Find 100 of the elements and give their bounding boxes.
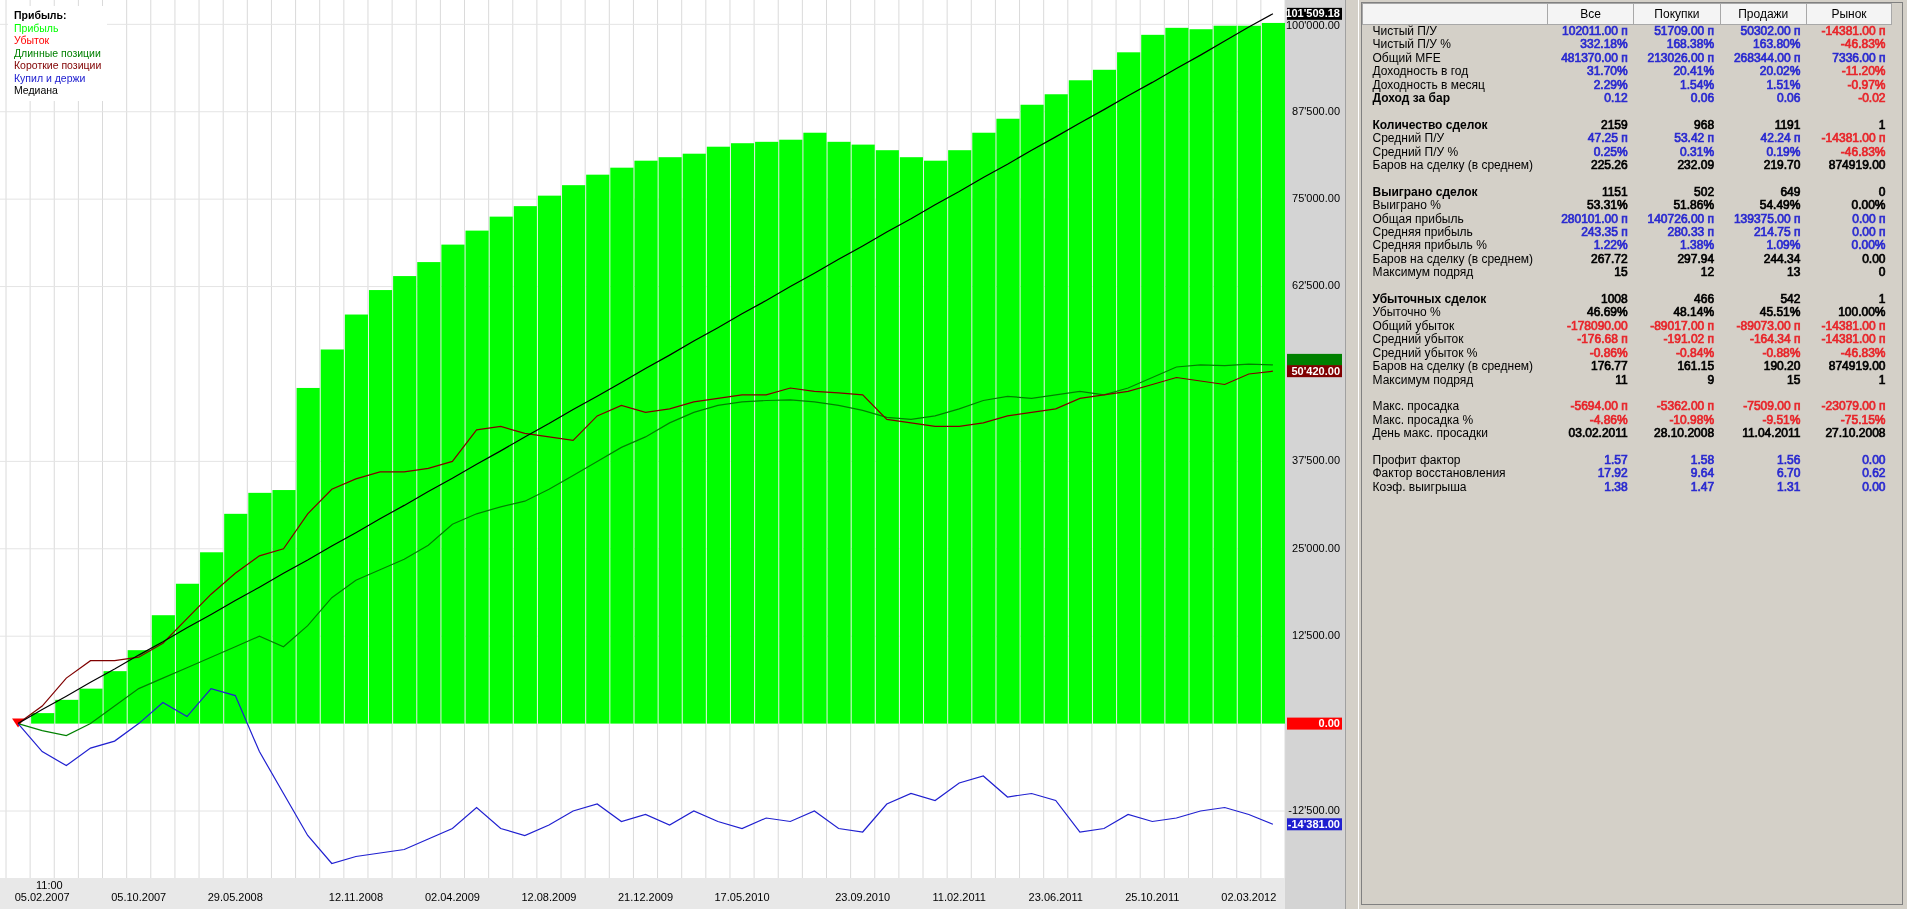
table-cell-text: -0.86% <box>1588 346 1629 361</box>
row-label: Фактор восстановления <box>1371 467 1507 481</box>
table-cell-text: 1.38% <box>1679 239 1716 253</box>
table-cell-text: 31.70% <box>1586 65 1629 79</box>
row-label: Общий MFE <box>1371 51 1442 66</box>
row-label: Выиграно сделок <box>1371 185 1479 200</box>
table-cell-text: 0.00 п <box>1851 212 1887 227</box>
table-cell-text: 53.42 п <box>1673 132 1716 146</box>
table-cell-text: -11.20% <box>1840 65 1887 79</box>
table-cell: 968 <box>1633 118 1721 133</box>
row-label: День макс. просадки <box>1371 427 1489 441</box>
table-cell: -10.98% <box>1633 413 1721 428</box>
table-cell-text: 213026.00 п <box>1646 51 1716 66</box>
table-cell-text: 1.54% <box>1679 78 1716 93</box>
table-cell: 54.49% <box>1720 199 1807 213</box>
table-cell-text: 9 <box>1706 373 1716 387</box>
row-label: Убыточных сделок <box>1371 293 1488 307</box>
table-cell: 48.14% <box>1633 306 1721 320</box>
axis-label: 05.10.2007 <box>111 890 167 903</box>
table-cell-text: 0.06 <box>1689 92 1716 106</box>
table-cell: 163.80% <box>1720 38 1807 52</box>
table-cell-text: 244.34 <box>1762 252 1802 267</box>
table-cell-text: 176.77 <box>1590 360 1629 374</box>
row-label: Средняя прибыль <box>1371 226 1474 240</box>
table-cell-text: -5362.00 п <box>1655 400 1716 414</box>
table-cell: -75.15% <box>1806 413 1892 428</box>
table-cell-text: -89073.00 п <box>1735 319 1802 334</box>
table-cell-text: 15 <box>1613 266 1629 280</box>
legend-item: Убыток <box>14 34 51 47</box>
table-cell: 502 <box>1633 185 1721 200</box>
table-cell-text: -0.97% <box>1846 78 1887 93</box>
axis-label: 87'500.00 <box>1292 104 1340 117</box>
row-label: Коэф. выигрыша <box>1371 480 1468 495</box>
row-label: Средний убыток % <box>1371 346 1479 361</box>
table-cell-text: 0.00 п <box>1851 226 1887 240</box>
axis-label: 23.09.2010 <box>835 890 891 903</box>
table-cell-text: 481370.00 п <box>1560 51 1629 66</box>
table-cell: 649 <box>1720 185 1807 200</box>
table-cell-text: 0.06 <box>1776 92 1802 106</box>
table-cell-text: 0.62 <box>1861 467 1887 481</box>
table-cell-text: 1.31 <box>1776 480 1802 495</box>
table-cell: 1.57 <box>1547 453 1634 468</box>
axis-label: 02.04.2009 <box>424 890 480 903</box>
table-cell-text: 219.70 <box>1762 159 1802 173</box>
table-cell-text: -7509.00 п <box>1742 400 1802 414</box>
row-label: Максимум подряд <box>1362 266 1548 280</box>
legend-item: Короткие позиции <box>14 59 102 72</box>
axis-label: 17.05.2010 <box>714 890 770 903</box>
table-cell: -9.51% <box>1720 413 1807 428</box>
table-cell: 53.31% <box>1547 199 1634 213</box>
axis-label: 12'500.00 <box>1292 629 1340 642</box>
table-cell-text: 2.29% <box>1592 78 1629 93</box>
table-cell-text: -89017.00 п <box>1649 319 1716 334</box>
table-cell: 542 <box>1720 293 1807 307</box>
table-cell-text: 15 <box>1786 373 1802 387</box>
table-cell-text: 28.10.2008 <box>1653 427 1716 441</box>
table-cell-text: 190.20 <box>1762 360 1802 374</box>
table-cell-text: 1.38 <box>1603 480 1629 495</box>
table-cell: -46.83% <box>1806 346 1892 361</box>
axis-label: 29.05.2008 <box>207 890 263 903</box>
table-cell-text: 1.51% <box>1765 78 1802 93</box>
table-cell-text: -23079.00 п <box>1820 400 1887 414</box>
table-cell-text: 874919.00 <box>1827 360 1887 374</box>
table-cell: 46.69% <box>1547 306 1634 320</box>
table-cell: 1151 <box>1547 185 1634 200</box>
table-cell-text: 280.33 п <box>1666 226 1716 240</box>
axis-label: 12.08.2009 <box>521 890 577 903</box>
legend-item: Длинные позиции <box>14 46 102 59</box>
table-cell: -46.83% <box>1806 145 1892 160</box>
row-label: Общий убыток <box>1371 319 1455 334</box>
table-cell: 45.51% <box>1720 306 1807 320</box>
table-cell-text: 280101.00 п <box>1560 212 1629 227</box>
table-cell-text: 0.25% <box>1592 145 1629 160</box>
table-cell-text: 17.92 <box>1596 467 1629 481</box>
table-cell-text: -164.34 п <box>1748 333 1802 347</box>
table-cell: 100.00% <box>1806 306 1892 320</box>
row-label: Максимум подряд <box>1371 373 1474 387</box>
axis-label: 62'500.00 <box>1292 279 1340 292</box>
table-cell: -14381.00 п <box>1806 24 1892 39</box>
table-cell: 1 <box>1806 118 1892 133</box>
table-cell-text: 12 <box>1699 266 1716 280</box>
table-cell-text: -191.02 п <box>1662 333 1716 347</box>
table-cell-text: 0.00% <box>1850 239 1887 253</box>
row-label: Средний П/У % <box>1371 145 1460 160</box>
table-cell-text: -178090.00 <box>1566 319 1629 334</box>
row-label: Баров на сделку (в среднем) <box>1371 360 1535 374</box>
row-label: Средняя прибыль % <box>1371 239 1488 253</box>
table-cell: 168.38% <box>1633 38 1721 52</box>
table-cell-text: 0.31% <box>1679 145 1716 160</box>
table-cell-text: -0.84% <box>1675 346 1716 361</box>
table-cell-text: 297.94 <box>1676 252 1716 267</box>
row-label: Чистый П/У % <box>1371 38 1452 52</box>
row-label: Убыточно % <box>1362 306 1548 320</box>
table-cell: 1191 <box>1720 118 1807 133</box>
table-cell-text: 1.22% <box>1592 239 1629 253</box>
table-cell: 466 <box>1633 293 1721 307</box>
axis-label: 02.03.2012 <box>1221 890 1277 903</box>
table-cell-text: 225.26 <box>1590 159 1629 173</box>
table-cell: -46.83% <box>1806 38 1892 52</box>
table-cell-text: 20.41% <box>1672 65 1716 79</box>
